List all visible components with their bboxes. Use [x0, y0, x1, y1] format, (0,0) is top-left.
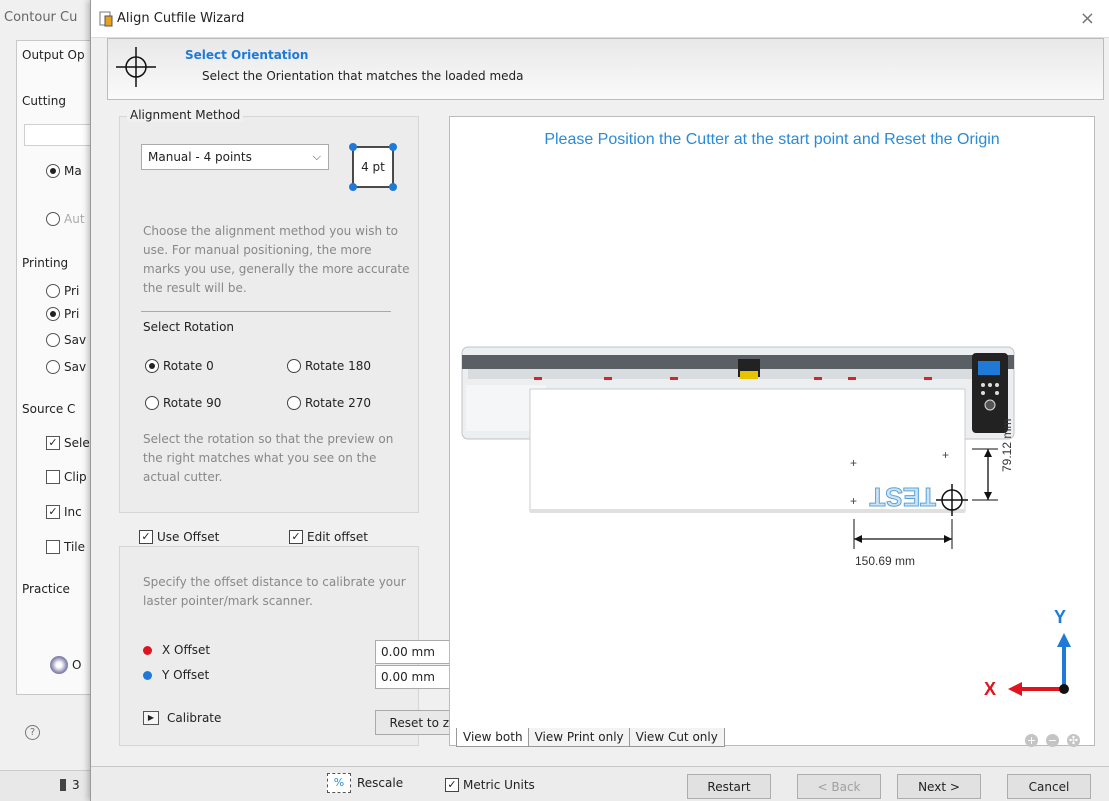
zoom-toolbar: + − ✣ — [1025, 734, 1080, 747]
svg-text:+: + — [942, 448, 949, 462]
disc-icon — [50, 656, 68, 674]
wizard-step-header: Select Orientation Select the Orientatio… — [107, 38, 1104, 100]
svg-text:+: + — [850, 456, 857, 470]
crosshair-icon — [116, 47, 156, 87]
bg-radio-save-1[interactable]: Sav — [46, 333, 86, 347]
alignment-method-dropdown[interactable]: Manual - 4 points ⌵ — [141, 144, 329, 170]
checkmark-icon: ✓ — [445, 778, 459, 792]
tab-view-print-only[interactable]: View Print only — [527, 728, 631, 747]
help-icon[interactable]: ? — [25, 725, 40, 740]
axis-y-label: Y — [1054, 607, 1067, 627]
play-icon: ▶ — [143, 711, 159, 725]
bg-checkbox-clip[interactable]: Clip — [46, 470, 87, 484]
width-dimension: 150.69 mm — [855, 554, 916, 568]
points-preview: 4 pt — [349, 143, 397, 191]
app-icon — [99, 11, 113, 27]
bg-checkbox-select[interactable]: ✓ Sele — [46, 436, 90, 450]
dialog-titlebar: Align Cutfile Wizard × — [91, 0, 1109, 38]
bg-checkbox-include[interactable]: ✓ Inc — [46, 505, 82, 519]
radio-rotate-270[interactable]: Rotate 270 — [287, 396, 371, 410]
axis-x-label: X — [984, 679, 997, 699]
blue-dot-icon — [143, 670, 152, 680]
bg-practice-button[interactable]: O — [50, 656, 81, 674]
job-preview-text: TEST — [869, 482, 936, 512]
tab-view-cut-only[interactable]: View Cut only — [628, 728, 725, 747]
points-label: 4 pt — [361, 160, 385, 174]
red-dot-icon — [143, 645, 152, 655]
cancel-button[interactable]: Cancel — [1007, 774, 1091, 799]
cutter-illustration: + + + TEST — [461, 346, 1015, 549]
calibrate-button[interactable]: ▶ Calibrate — [143, 711, 221, 725]
radio-indicator — [145, 396, 159, 410]
checkmark-icon: ✓ — [289, 530, 303, 544]
zoom-fit-icon[interactable]: ✣ — [1067, 734, 1080, 747]
view-tabs: View both View Print only View Cut only — [456, 728, 725, 747]
bg-radio-save-2[interactable]: Sav — [46, 360, 86, 374]
y-offset-row: Y Offset — [143, 668, 209, 682]
height-dimension: 79.12 mm — [1000, 418, 1014, 472]
cutter-preview-panel: Please Position the Cutter at the start … — [449, 116, 1095, 747]
x-offset-row: X Offset — [143, 643, 210, 657]
x-offset-label: X Offset — [162, 643, 211, 657]
radio-indicator — [287, 396, 301, 410]
close-button[interactable]: × — [1080, 8, 1095, 29]
bg-group-source: Source C — [22, 402, 78, 416]
tab-view-both[interactable]: View both — [456, 728, 530, 747]
step-subtitle: Select the Orientation that matches the … — [202, 69, 524, 83]
radio-rotate-90[interactable]: Rotate 90 — [145, 396, 221, 410]
bg-radio-print-1[interactable]: Pri — [46, 284, 79, 298]
zoom-out-icon[interactable]: − — [1046, 734, 1059, 747]
next-button[interactable]: Next > — [897, 774, 981, 799]
edit-offset-checkbox[interactable]: ✓ Edit offset — [289, 530, 368, 544]
align-cutfile-wizard-dialog: Align Cutfile Wizard × Select Orientatio… — [90, 0, 1109, 801]
offset-help-text: Specify the offset distance to calibrate… — [143, 575, 406, 608]
bg-group-practice: Practice — [22, 582, 72, 596]
bg-group-cutting: Cutting — [22, 94, 68, 108]
alignment-method-value: Manual - 4 points — [148, 150, 252, 164]
restart-button[interactable]: Restart — [687, 774, 771, 799]
dialog-title: Align Cutfile Wizard — [117, 11, 245, 26]
axis-indicator — [1008, 633, 1071, 696]
radio-indicator — [145, 359, 159, 373]
checkmark-icon: ✓ — [139, 530, 153, 544]
bg-checkbox-tile[interactable]: Tile — [46, 540, 85, 554]
y-offset-label: Y Offset — [162, 668, 210, 682]
step-title: Select Orientation — [185, 48, 309, 62]
bg-group-printing: Printing — [22, 256, 71, 270]
wizard-button-bar: % Rescale ✓ Metric Units Restart < Back N… — [91, 766, 1109, 801]
alignment-help-text: Choose the alignment method you wish to … — [143, 224, 410, 295]
alignment-method-legend: Alignment Method — [127, 108, 244, 122]
bg-radio-print-2[interactable]: Pri — [46, 307, 79, 321]
rotation-separator — [141, 311, 391, 312]
background-app-title: Contour Cu — [4, 10, 78, 25]
radio-rotate-180[interactable]: Rotate 180 — [287, 359, 371, 373]
bg-radio-auto[interactable]: Aut — [46, 212, 85, 226]
rescale-button[interactable]: % Rescale — [327, 773, 403, 793]
rotation-help-text: Select the rotation so that the preview … — [143, 432, 394, 484]
bg-group-output: Output Op — [22, 48, 87, 62]
back-button[interactable]: < Back — [797, 774, 881, 799]
chevron-down-icon: ⌵ — [312, 150, 321, 163]
radio-indicator — [287, 359, 301, 373]
bg-status-icon — [60, 779, 66, 791]
radio-rotate-0[interactable]: Rotate 0 — [145, 359, 214, 373]
bg-radio-manual[interactable]: Ma — [46, 164, 82, 178]
preview-instruction: Please Position the Cutter at the start … — [544, 131, 1000, 148]
svg-text:+: + — [850, 494, 857, 508]
zoom-in-icon[interactable]: + — [1025, 734, 1038, 747]
percent-icon: % — [327, 773, 351, 793]
use-offset-checkbox[interactable]: ✓ Use Offset — [139, 530, 219, 544]
bg-status-text: 3 — [72, 778, 80, 792]
rotation-label: Select Rotation — [143, 320, 235, 334]
metric-units-checkbox[interactable]: ✓ Metric Units — [445, 778, 535, 792]
